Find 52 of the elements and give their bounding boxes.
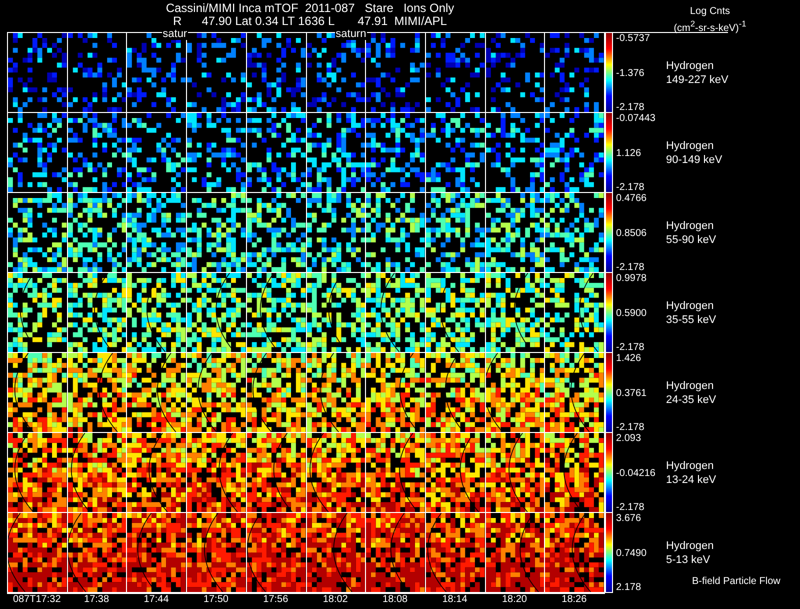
- energy-label: 13-24 keV: [666, 473, 718, 487]
- colorbar-mid: -1.376: [616, 68, 646, 78]
- energy-label: 90-149 keV: [666, 153, 724, 167]
- colorbar-max: -0.07443: [616, 113, 656, 124]
- colorbar-max: 1.426: [616, 353, 642, 364]
- species-label: Hydrogen: [666, 219, 715, 233]
- colorbar-max: 0.4766: [616, 193, 648, 204]
- colorbar-min: -2.178: [616, 342, 646, 353]
- time-label: 18:20: [500, 594, 528, 606]
- colorbar-mid: 0.7490: [616, 548, 648, 558]
- plot-title: Cassini/MIMI Inca mTOF 2011-087 Stare Ions Only: [166, 2, 454, 15]
- species-label: Hydrogen: [666, 459, 715, 473]
- time-label: 17:50: [202, 594, 230, 606]
- time-label: 18:08: [382, 594, 409, 606]
- energy-label: 149-227 keV: [666, 73, 728, 87]
- colorbar-min: -2.178: [616, 102, 646, 113]
- colorbar-max: 2.093: [616, 433, 642, 444]
- time-label: 087T17:32: [12, 594, 62, 606]
- colorbar-min: -2.178: [616, 422, 646, 433]
- species-label: Hydrogen: [666, 299, 715, 313]
- colorbar-max: 0.9978: [616, 273, 648, 284]
- species-label: Hydrogen: [666, 379, 715, 393]
- time-label: 18:02: [322, 594, 349, 606]
- footer-note: B-field Particle Flow: [692, 575, 780, 589]
- time-label: 17:56: [262, 594, 290, 606]
- colorbar-mid: -0.04216: [616, 468, 656, 478]
- time-label: 17:38: [83, 594, 110, 606]
- time-label: 18:26: [560, 594, 588, 606]
- colorbar-min: 2.178: [616, 582, 642, 593]
- planet-label: saturn: [334, 29, 368, 40]
- energy-label: 35-55 keV: [666, 313, 718, 327]
- species-label: Hydrogen: [666, 539, 715, 553]
- colorbar-max: -0.5737: [616, 33, 651, 44]
- energy-label: 55-90 keV: [666, 233, 718, 247]
- colorbar-min: -2.178: [616, 502, 646, 513]
- species-label: Hydrogen: [666, 59, 715, 73]
- time-label: 17:44: [142, 594, 170, 606]
- colorbar-min: -2.178: [616, 262, 646, 273]
- plot-subtitle: R 47.90 Lat 0.34 LT 1636 L 47.91 MIMI/APL: [173, 15, 447, 28]
- legend-title: Log Cnts: [690, 6, 730, 18]
- colorbar-max: 3.676: [616, 513, 642, 524]
- energy-label: 24-35 keV: [666, 393, 718, 407]
- colorbar-mid: 0.5900: [616, 308, 648, 318]
- colorbar-mid: 0.8506: [616, 228, 648, 238]
- colorbar-mid: 1.126: [616, 148, 642, 158]
- colorbar-mid: 0.3761: [616, 388, 648, 398]
- colorbar-min: -2.178: [616, 182, 646, 193]
- energy-label: 5-13 keV: [666, 553, 712, 567]
- legend-units: (cm$^{2}$-sr-s-keV)$^{-1}$: [674, 18, 746, 36]
- species-label: Hydrogen: [666, 139, 715, 153]
- time-label: 18:14: [441, 594, 468, 606]
- planet-label: satur: [162, 29, 188, 40]
